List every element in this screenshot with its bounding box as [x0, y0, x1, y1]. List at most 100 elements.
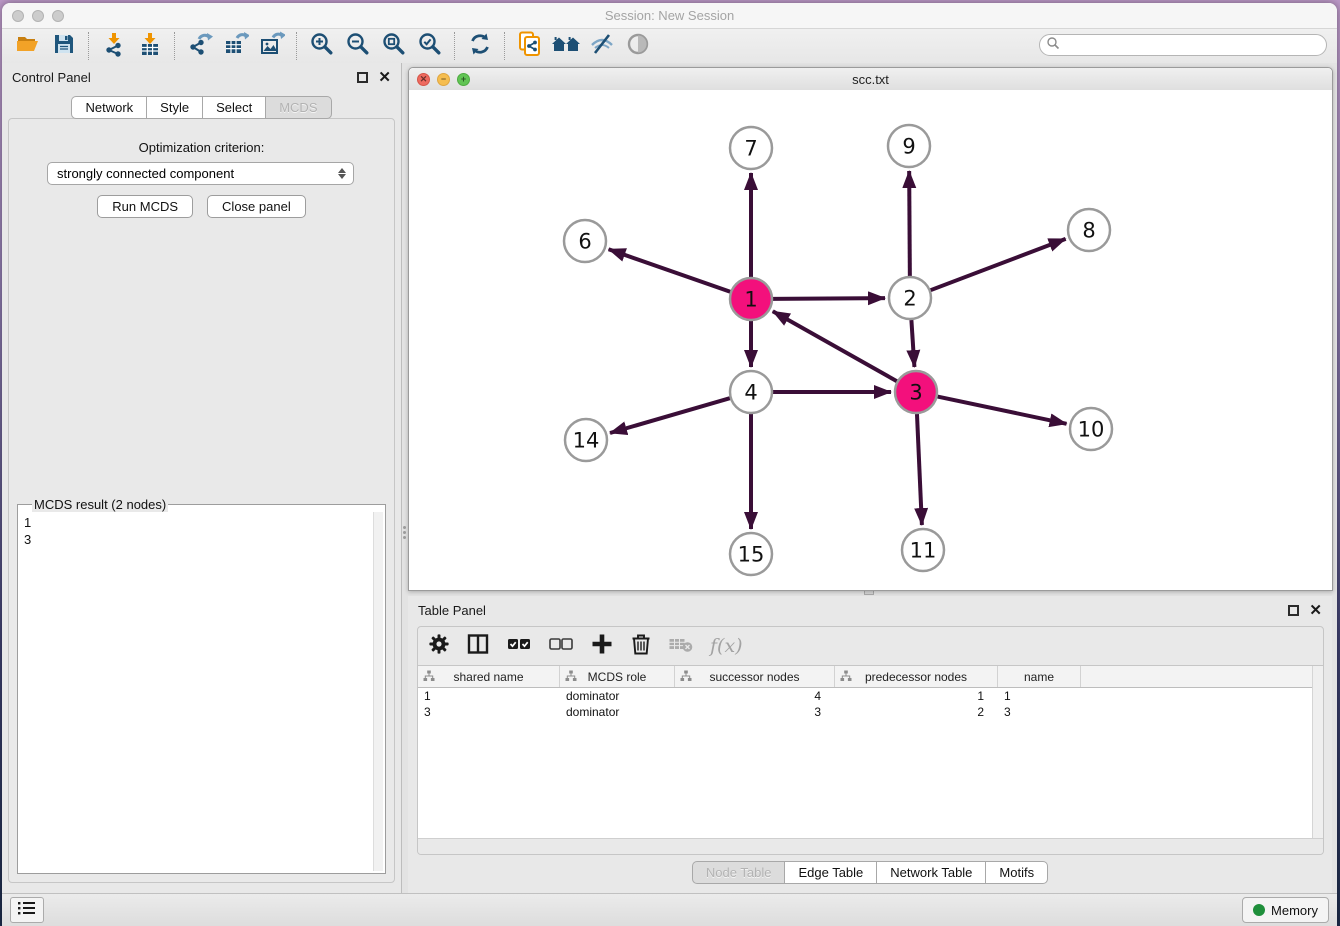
open-session-button[interactable]	[10, 31, 46, 61]
list-icon	[18, 900, 36, 921]
cell[interactable]: 3	[675, 704, 835, 720]
memory-label: Memory	[1271, 903, 1318, 918]
toolbar-separator	[174, 32, 176, 60]
node-table-container: f(x) shared nameMCDS rolesuccessor nodes…	[417, 626, 1324, 855]
tab-node-table[interactable]: Node Table	[692, 861, 785, 884]
mcds-result-textarea[interactable]: 1 3	[20, 512, 383, 871]
table-scrollbar[interactable]	[1312, 666, 1323, 838]
table-toolbar: f(x)	[418, 627, 1323, 665]
main-toolbar	[2, 29, 1337, 64]
column-header-successor-nodes[interactable]: successor nodes	[675, 666, 835, 687]
cell[interactable]: 1	[835, 688, 998, 704]
control-panel-title: Control Panel	[12, 70, 357, 85]
tab-select[interactable]: Select	[202, 96, 265, 119]
edge-1-6[interactable]	[609, 249, 731, 291]
export-image-button[interactable]	[254, 31, 290, 61]
eye-slash-icon	[589, 31, 615, 62]
table-row[interactable]: 1dominator411	[418, 688, 1323, 704]
clone-network-button[interactable]	[512, 31, 548, 61]
zoom-selected-button[interactable]	[412, 31, 448, 61]
cell[interactable]: 2	[835, 704, 998, 720]
task-history-button[interactable]	[10, 897, 44, 923]
edge-3-11[interactable]	[917, 414, 922, 525]
cell[interactable]: 3	[418, 704, 560, 720]
column-header-predecessor-nodes[interactable]: predecessor nodes	[835, 666, 998, 687]
result-line: 1	[24, 514, 379, 531]
edge-3-10[interactable]	[938, 397, 1067, 424]
edge-3-1[interactable]	[773, 311, 897, 381]
edge-2-3[interactable]	[911, 320, 914, 367]
add-column-icon[interactable]	[590, 632, 614, 661]
vertical-splitter-handle[interactable]	[401, 521, 407, 543]
export-network-button[interactable]	[182, 31, 218, 61]
window-title: Session: New Session	[2, 8, 1337, 23]
select-all-checkboxes-icon[interactable]	[506, 632, 532, 661]
table-bottom-strip	[418, 838, 1323, 854]
cell[interactable]: 1	[998, 688, 1081, 704]
node-label-10: 10	[1078, 417, 1105, 441]
table-panel: Table Panel ✕ f(x) shar	[408, 596, 1332, 893]
control-panel: Control Panel ✕ Network Style Select MCD…	[2, 63, 402, 893]
node-label-4: 4	[744, 380, 757, 404]
network-window-titlebar[interactable]: ✕ − + scc.txt	[409, 68, 1332, 91]
column-header-name[interactable]: name	[998, 666, 1081, 687]
node-label-11: 11	[910, 538, 937, 562]
toolbar-separator	[296, 32, 298, 60]
cell[interactable]: 3	[998, 704, 1081, 720]
apply-layout-button[interactable]	[462, 31, 498, 61]
tab-network-table[interactable]: Network Table	[876, 861, 985, 884]
tab-motifs[interactable]: Motifs	[985, 861, 1048, 884]
control-panel-header: Control Panel ✕	[2, 63, 401, 91]
double-home-icon	[551, 31, 581, 62]
close-panel-icon[interactable]: ✕	[378, 72, 391, 83]
node-label-7: 7	[744, 136, 757, 160]
memory-button[interactable]: Memory	[1242, 897, 1329, 923]
search-input[interactable]	[1064, 37, 1326, 53]
network-canvas[interactable]: 1234678910111415	[409, 90, 1332, 590]
table-panel-title: Table Panel	[418, 603, 1288, 618]
node-label-6: 6	[578, 229, 591, 253]
float-table-panel-icon[interactable]	[1288, 605, 1299, 616]
zoom-fit-button[interactable]	[376, 31, 412, 61]
mcds-panel: Optimization criterion: strongly connect…	[8, 118, 395, 883]
search-field[interactable]	[1039, 34, 1327, 56]
float-panel-icon[interactable]	[357, 72, 368, 83]
cell[interactable]: 4	[675, 688, 835, 704]
column-header-MCDS-role[interactable]: MCDS role	[560, 666, 675, 687]
export-table-button[interactable]	[218, 31, 254, 61]
zoom-in-button[interactable]	[304, 31, 340, 61]
clone-network-icon	[517, 31, 543, 62]
cell[interactable]: dominator	[560, 704, 675, 720]
save-session-button[interactable]	[46, 31, 82, 61]
edge-2-9[interactable]	[909, 171, 910, 276]
column-header-shared-name[interactable]: shared name	[418, 666, 560, 687]
content-area: Control Panel ✕ Network Style Select MCD…	[2, 63, 1337, 893]
unselect-all-checkboxes-icon[interactable]	[548, 632, 574, 661]
hide-selected-button[interactable]	[584, 31, 620, 61]
tab-network[interactable]: Network	[71, 96, 146, 119]
tab-style[interactable]: Style	[146, 96, 202, 119]
show-all-button[interactable]	[620, 31, 656, 61]
home-button[interactable]	[548, 31, 584, 61]
zoom-out-button[interactable]	[340, 31, 376, 61]
format-columns-icon[interactable]	[466, 632, 490, 661]
delete-column-trash-icon[interactable]	[630, 632, 652, 661]
import-table-button[interactable]	[132, 31, 168, 61]
close-panel-button[interactable]: Close panel	[207, 195, 306, 218]
table-row[interactable]: 3dominator323	[418, 704, 1323, 720]
run-mcds-button[interactable]: Run MCDS	[97, 195, 193, 218]
edge-1-2[interactable]	[773, 298, 885, 299]
cell[interactable]: dominator	[560, 688, 675, 704]
tab-edge-table[interactable]: Edge Table	[784, 861, 876, 884]
zoom-selected-icon	[417, 31, 443, 62]
table-settings-gear-icon[interactable]	[428, 633, 450, 660]
import-network-button[interactable]	[96, 31, 132, 61]
close-table-panel-icon[interactable]: ✕	[1309, 605, 1322, 616]
zoom-fit-icon	[381, 31, 407, 62]
edge-4-14[interactable]	[610, 398, 730, 433]
cell[interactable]: 1	[418, 688, 560, 704]
tab-mcds[interactable]: MCDS	[265, 96, 331, 119]
edge-2-8[interactable]	[931, 239, 1066, 290]
result-scrollbar[interactable]	[373, 512, 383, 871]
optimization-select[interactable]: strongly connected component	[47, 162, 354, 185]
